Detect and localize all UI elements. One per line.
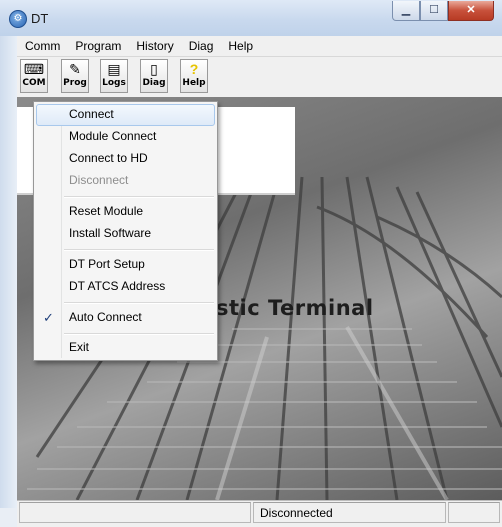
- menu-item-reset-module[interactable]: Reset Module: [36, 201, 215, 223]
- menu-item-install-software[interactable]: Install Software: [36, 223, 215, 245]
- window-frame-left: [0, 36, 17, 508]
- menu-item-auto-connect[interactable]: ✓ Auto Connect: [36, 307, 215, 329]
- menu-separator: [64, 249, 214, 251]
- toolbar: ⌨ COM ✎ Prog ▤ Logs ▯ Diag ? Help: [17, 57, 502, 97]
- menu-program[interactable]: Program: [67, 36, 128, 56]
- logs-icon: ▤: [107, 61, 121, 77]
- menu-item-disconnect: Disconnect: [69, 173, 129, 187]
- menu-comm[interactable]: Comm: [17, 36, 67, 56]
- comm-dropdown-menu: Connect Module Connect Connect to HD Dis…: [33, 101, 218, 361]
- minimize-button[interactable]: ▁: [392, 1, 420, 21]
- close-button[interactable]: ✕: [448, 1, 494, 21]
- diag-button-label: Diag: [142, 78, 166, 88]
- status-pane-right: [448, 502, 500, 523]
- status-bar: Disconnected: [17, 500, 502, 527]
- menu-separator: [64, 196, 214, 198]
- prog-button-label: Prog: [63, 78, 87, 88]
- menu-item-dt-port-setup[interactable]: DT Port Setup: [36, 254, 215, 276]
- checkmark-icon: ✓: [43, 310, 54, 325]
- menu-item-connect[interactable]: Connect: [36, 104, 215, 126]
- com-button[interactable]: ⌨ COM: [20, 59, 48, 93]
- connection-status: Disconnected: [253, 502, 446, 523]
- title-bar: ⚙ DT ▁ ☐ ✕: [0, 0, 502, 36]
- maximize-button[interactable]: ☐: [420, 1, 448, 21]
- help-icon: ?: [189, 61, 199, 77]
- status-pane-left: [19, 502, 251, 523]
- diag-icon: ▯: [150, 61, 158, 77]
- menu-item-dt-atcs-address[interactable]: DT ATCS Address: [36, 276, 215, 298]
- diag-button[interactable]: ▯ Diag: [140, 59, 168, 93]
- com-port-icon: ⌨: [23, 61, 45, 77]
- app-icon: ⚙: [9, 10, 27, 28]
- logs-button[interactable]: ▤ Logs: [100, 59, 128, 93]
- logs-button-label: Logs: [102, 78, 126, 88]
- menu-help[interactable]: Help: [220, 36, 260, 56]
- menu-separator: [64, 333, 214, 335]
- menu-item-connect-to-hd[interactable]: Connect to HD: [36, 148, 215, 170]
- menu-diag[interactable]: Diag: [181, 36, 221, 56]
- menu-history[interactable]: History: [128, 36, 180, 56]
- help-button[interactable]: ? Help: [180, 59, 208, 93]
- help-button-label: Help: [182, 78, 206, 88]
- menu-bar: Comm Program History Diag Help: [17, 36, 502, 57]
- menu-item-auto-connect-label: Auto Connect: [69, 310, 142, 324]
- window-controls: ▁ ☐ ✕: [392, 1, 494, 21]
- program-icon: ✎: [69, 61, 81, 77]
- window-title: DT: [31, 11, 49, 26]
- menu-separator: [64, 302, 214, 304]
- menu-item-exit[interactable]: Exit: [36, 337, 215, 359]
- menu-item-module-connect[interactable]: Module Connect: [36, 126, 215, 148]
- com-button-label: COM: [22, 78, 46, 88]
- prog-button[interactable]: ✎ Prog: [61, 59, 89, 93]
- splash-title: stic Terminal: [216, 296, 374, 320]
